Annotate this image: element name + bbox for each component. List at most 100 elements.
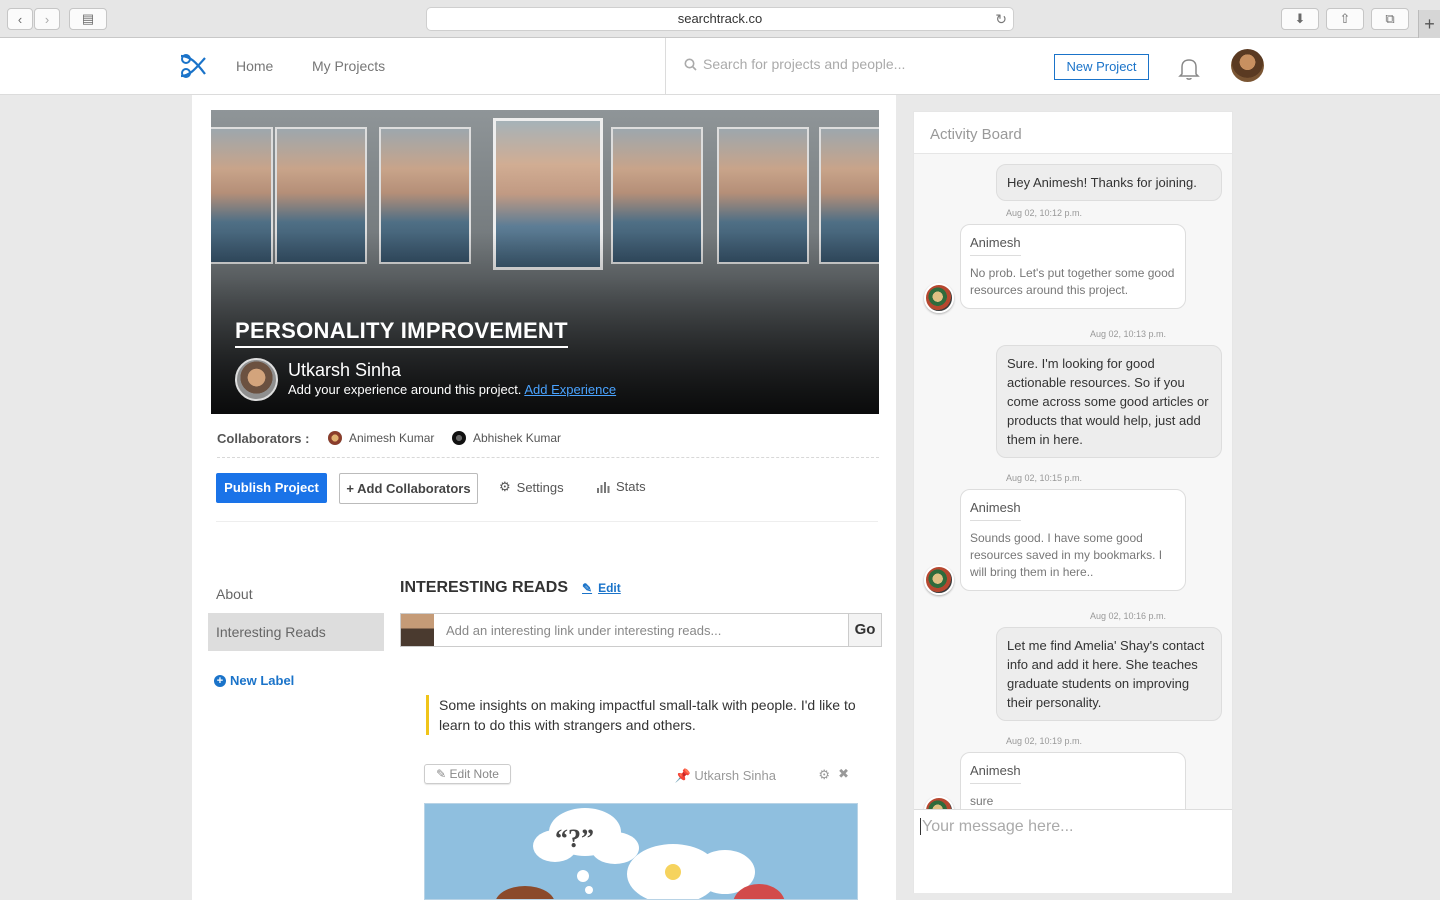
nav-home-link[interactable]: Home	[236, 58, 273, 74]
message-timestamp: Aug 02, 10:15 p.m.	[1006, 473, 1083, 483]
chat-message-incoming: Animesh Sounds good. I have some good re…	[960, 489, 1186, 591]
stats-link[interactable]: Stats	[597, 479, 646, 494]
settings-label: Settings	[516, 479, 564, 495]
sender-name: Animesh	[970, 762, 1021, 784]
user-thumbnail	[401, 614, 434, 646]
thought-cloud-illustration: “?”	[496, 808, 785, 899]
sender-name: Animesh	[970, 234, 1021, 256]
chat-message-outgoing: Hey Animesh! Thanks for joining.	[996, 164, 1222, 201]
experience-prompt: Add your experience around this project.…	[288, 382, 616, 397]
sender-name: Animesh	[970, 499, 1021, 521]
project-panel: PERSONALITY IMPROVEMENT Utkarsh Sinha Ad…	[192, 95, 896, 900]
project-cover: PERSONALITY IMPROVEMENT Utkarsh Sinha Ad…	[211, 110, 879, 414]
bar-chart-icon	[597, 481, 610, 493]
chat-message-incoming: Animesh No prob. Let's put together some…	[960, 224, 1186, 309]
sender-avatar[interactable]	[924, 283, 954, 313]
downloads-button[interactable]: ⬇	[1281, 8, 1319, 30]
url-text: searchtrack.co	[677, 11, 763, 26]
gear-icon: ⚙	[499, 479, 511, 494]
collaborator-avatar	[452, 431, 466, 445]
chat-message-outgoing: Let me find Amelia' Shay's contact info …	[996, 627, 1222, 721]
svg-text:“?”: “?”	[555, 824, 594, 853]
plus-circle-icon: +	[214, 674, 226, 687]
collaborators-label: Collaborators :	[217, 431, 310, 446]
collaborator-item[interactable]: Abhishek Kumar	[452, 431, 561, 445]
address-bar[interactable]: searchtrack.co ↻	[426, 7, 1014, 31]
label-sidebar: About Interesting Reads + New Label	[208, 575, 384, 688]
collaborator-item[interactable]: Animesh Kumar	[328, 431, 434, 445]
owner-avatar[interactable]	[235, 358, 278, 401]
message-text: Sounds good. I have some good resources …	[970, 531, 1163, 579]
project-title: PERSONALITY IMPROVEMENT	[235, 318, 568, 348]
settings-link[interactable]: ⚙ Settings	[499, 479, 564, 495]
search-input[interactable]: Search for projects and people...	[684, 56, 1014, 72]
reading-note: Some insights on making impactful small-…	[426, 695, 856, 735]
nav-divider	[665, 38, 666, 95]
add-experience-link[interactable]: Add Experience	[524, 382, 616, 397]
message-timestamp: Aug 02, 10:19 p.m.	[1006, 736, 1083, 746]
label-item-interesting-reads[interactable]: Interesting Reads	[208, 613, 384, 651]
publish-project-button[interactable]: Publish Project	[216, 473, 327, 503]
go-button[interactable]: Go	[848, 614, 881, 646]
sender-avatar[interactable]	[924, 796, 954, 809]
section-title: INTERESTING READS	[400, 579, 569, 596]
pencil-icon: ✎	[582, 581, 593, 595]
edit-note-button[interactable]: ✎ Edit Note	[424, 764, 511, 784]
chat-message-outgoing: Sure. I'm looking for good actionable re…	[996, 345, 1222, 458]
pinned-by: 📌 Utkarsh Sinha	[675, 768, 776, 784]
new-tab-button[interactable]: +	[1418, 10, 1440, 38]
label-item-about[interactable]: About	[208, 575, 384, 613]
user-avatar[interactable]	[1231, 49, 1264, 82]
collaborators-row: Collaborators : Animesh Kumar Abhishek K…	[217, 430, 879, 458]
edit-section-link[interactable]: ✎ Edit	[582, 581, 621, 595]
new-project-button[interactable]: New Project	[1054, 54, 1149, 80]
browser-toolbar: ‹ › ▤ searchtrack.co ↻ ⬇ ⇧ ⧉ +	[0, 0, 1440, 38]
link-preview-image[interactable]: “?”	[424, 803, 858, 900]
project-actions: Publish Project + Add Collaborators ⚙ Se…	[216, 473, 878, 522]
message-timestamp: Aug 02, 10:12 p.m.	[1006, 208, 1083, 218]
collaborator-name: Abhishek Kumar	[473, 431, 562, 445]
collaborator-name: Animesh Kumar	[349, 431, 435, 445]
app-logo-icon[interactable]	[178, 50, 208, 82]
add-link-field[interactable]: Add an interesting link under interestin…	[400, 613, 882, 647]
activity-board-title: Activity Board	[914, 112, 1232, 154]
experience-prompt-text: Add your experience around this project.	[288, 382, 522, 397]
edit-note-label: Edit Note	[449, 767, 499, 781]
gear-icon[interactable]: ⚙	[818, 767, 830, 783]
sender-avatar[interactable]	[924, 565, 954, 595]
close-icon[interactable]: ✖	[838, 766, 849, 782]
notification-bell-icon[interactable]	[1176, 55, 1202, 81]
activity-board: Activity Board Hey Animesh! Thanks for j…	[913, 111, 1233, 893]
text-caret	[920, 818, 921, 836]
message-timestamp: Aug 02, 10:13 p.m.	[1090, 329, 1167, 339]
edit-label: Edit	[598, 581, 621, 595]
back-button[interactable]: ‹	[7, 8, 33, 30]
pinned-by-name: Utkarsh Sinha	[694, 768, 776, 783]
new-label-text: New Label	[230, 673, 295, 688]
nav-my-projects-link[interactable]: My Projects	[312, 58, 385, 74]
message-input[interactable]: Your message here...	[914, 809, 1232, 893]
message-timestamp: Aug 02, 10:16 p.m.	[1090, 611, 1167, 621]
tabs-button[interactable]: ⧉	[1371, 8, 1409, 30]
search-icon	[684, 58, 697, 71]
pencil-icon: ✎	[436, 767, 447, 781]
chat-messages[interactable]: Hey Animesh! Thanks for joining. Aug 02,…	[914, 154, 1232, 809]
forward-button[interactable]: ›	[34, 8, 60, 30]
sidebar-toggle-button[interactable]: ▤	[69, 8, 107, 30]
pin-icon: 📌	[674, 768, 691, 783]
share-button[interactable]: ⇧	[1326, 8, 1364, 30]
new-label-button[interactable]: + New Label	[208, 673, 384, 688]
chat-message-incoming: Animesh sure	[960, 752, 1186, 809]
message-text: No prob. Let's put together some good re…	[970, 266, 1175, 297]
add-collaborators-label: Add Collaborators	[357, 481, 471, 496]
stats-label: Stats	[616, 479, 646, 494]
reload-icon[interactable]: ↻	[995, 8, 1007, 30]
add-collaborators-button[interactable]: + Add Collaborators	[339, 473, 478, 504]
plus-icon: +	[346, 481, 355, 496]
section-header: INTERESTING READS ✎ Edit	[400, 579, 621, 597]
owner-name[interactable]: Utkarsh Sinha	[288, 360, 401, 381]
link-input-placeholder: Add an interesting link under interestin…	[446, 623, 722, 638]
collaborator-avatar	[328, 431, 342, 445]
message-input-placeholder: Your message here...	[922, 818, 1074, 835]
search-placeholder: Search for projects and people...	[703, 56, 906, 72]
